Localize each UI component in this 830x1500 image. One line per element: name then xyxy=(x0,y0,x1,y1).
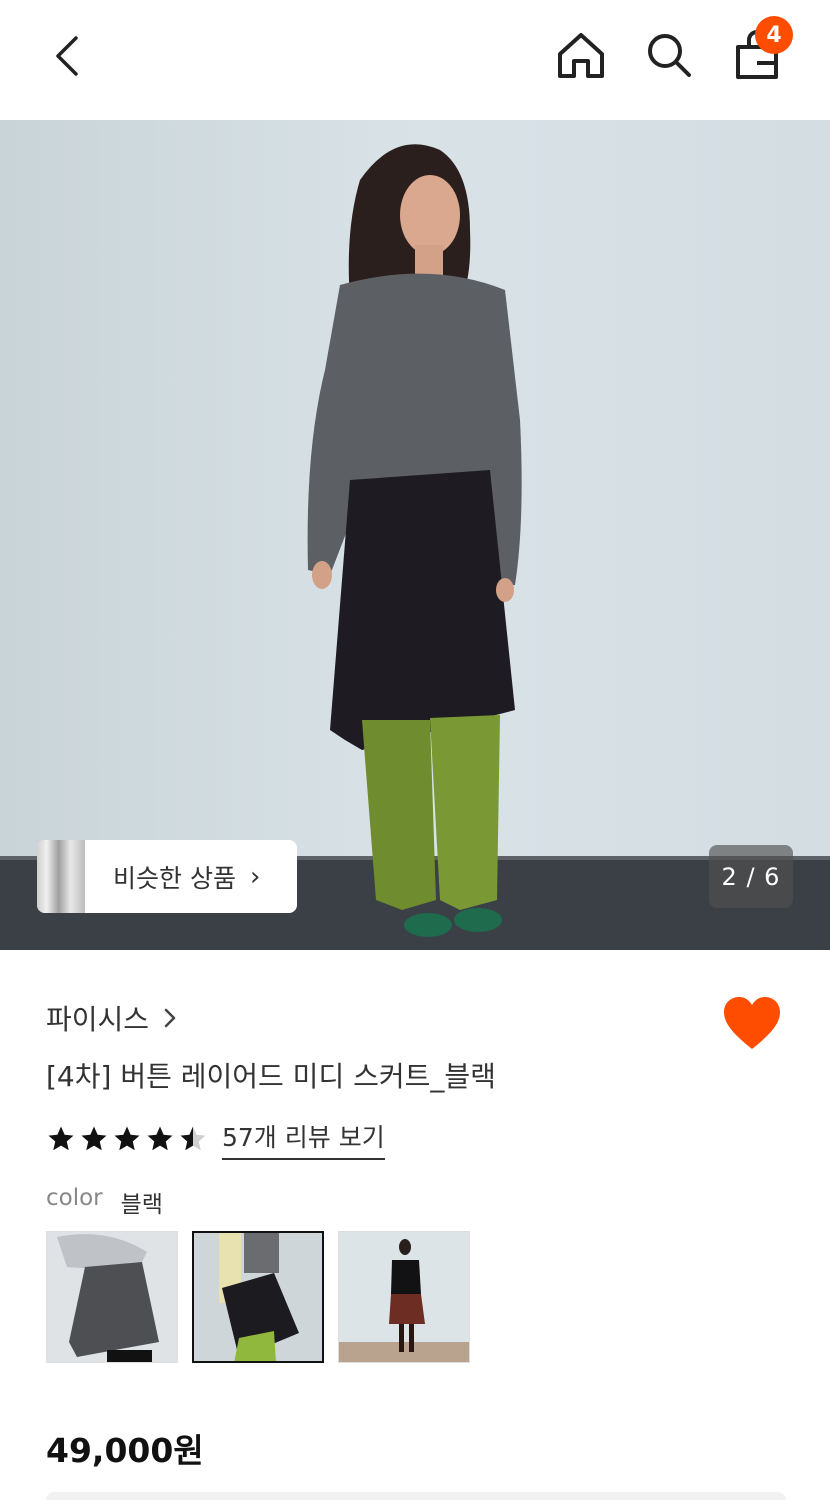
similar-products-label: 비슷한 상품 xyxy=(113,863,236,893)
wishlist-button[interactable] xyxy=(722,995,782,1055)
brand-link[interactable]: 파이시스 xyxy=(46,998,177,1038)
star-rating xyxy=(46,1124,208,1154)
color-swatches xyxy=(46,1231,470,1363)
similar-products-button[interactable]: 비슷한 상품 › xyxy=(37,840,297,913)
color-row: color 블랙 xyxy=(46,1185,163,1219)
option-bar-edge xyxy=(46,1492,786,1500)
color-label: color xyxy=(46,1185,103,1211)
home-icon xyxy=(558,33,604,78)
chevron-right-icon: › xyxy=(249,861,261,892)
similar-product-thumbnail xyxy=(37,840,85,913)
star-icon xyxy=(81,1126,107,1151)
product-image[interactable] xyxy=(0,120,830,950)
chevron-right-icon xyxy=(164,1008,176,1028)
star-icon xyxy=(48,1126,74,1151)
product-title: [4차] 버튼 레이어드 미디 스커트_블랙 xyxy=(46,1060,496,1093)
color-swatch[interactable] xyxy=(338,1231,470,1363)
star-icon xyxy=(147,1126,173,1151)
image-counter: 2 / 6 xyxy=(709,845,793,908)
search-icon xyxy=(648,34,691,77)
back-button[interactable] xyxy=(40,28,96,84)
star-icon xyxy=(114,1126,140,1151)
search-button[interactable] xyxy=(640,26,698,84)
cart-count-badge: 4 xyxy=(755,16,793,54)
heart-icon xyxy=(724,997,780,1049)
star-half-icon xyxy=(180,1126,206,1151)
product-price: 49,000원 xyxy=(46,1431,204,1470)
color-swatch[interactable] xyxy=(46,1231,178,1363)
color-value: 블랙 xyxy=(120,1192,163,1218)
home-button[interactable] xyxy=(552,26,610,84)
back-arrow-icon xyxy=(56,36,78,76)
color-swatch-selected[interactable] xyxy=(192,1231,324,1363)
review-link[interactable]: 57개 리뷰 보기 xyxy=(222,1118,385,1160)
rating-row: 57개 리뷰 보기 xyxy=(46,1117,385,1161)
top-bar: 4 xyxy=(0,0,830,120)
brand-name: 파이시스 xyxy=(46,1003,150,1036)
